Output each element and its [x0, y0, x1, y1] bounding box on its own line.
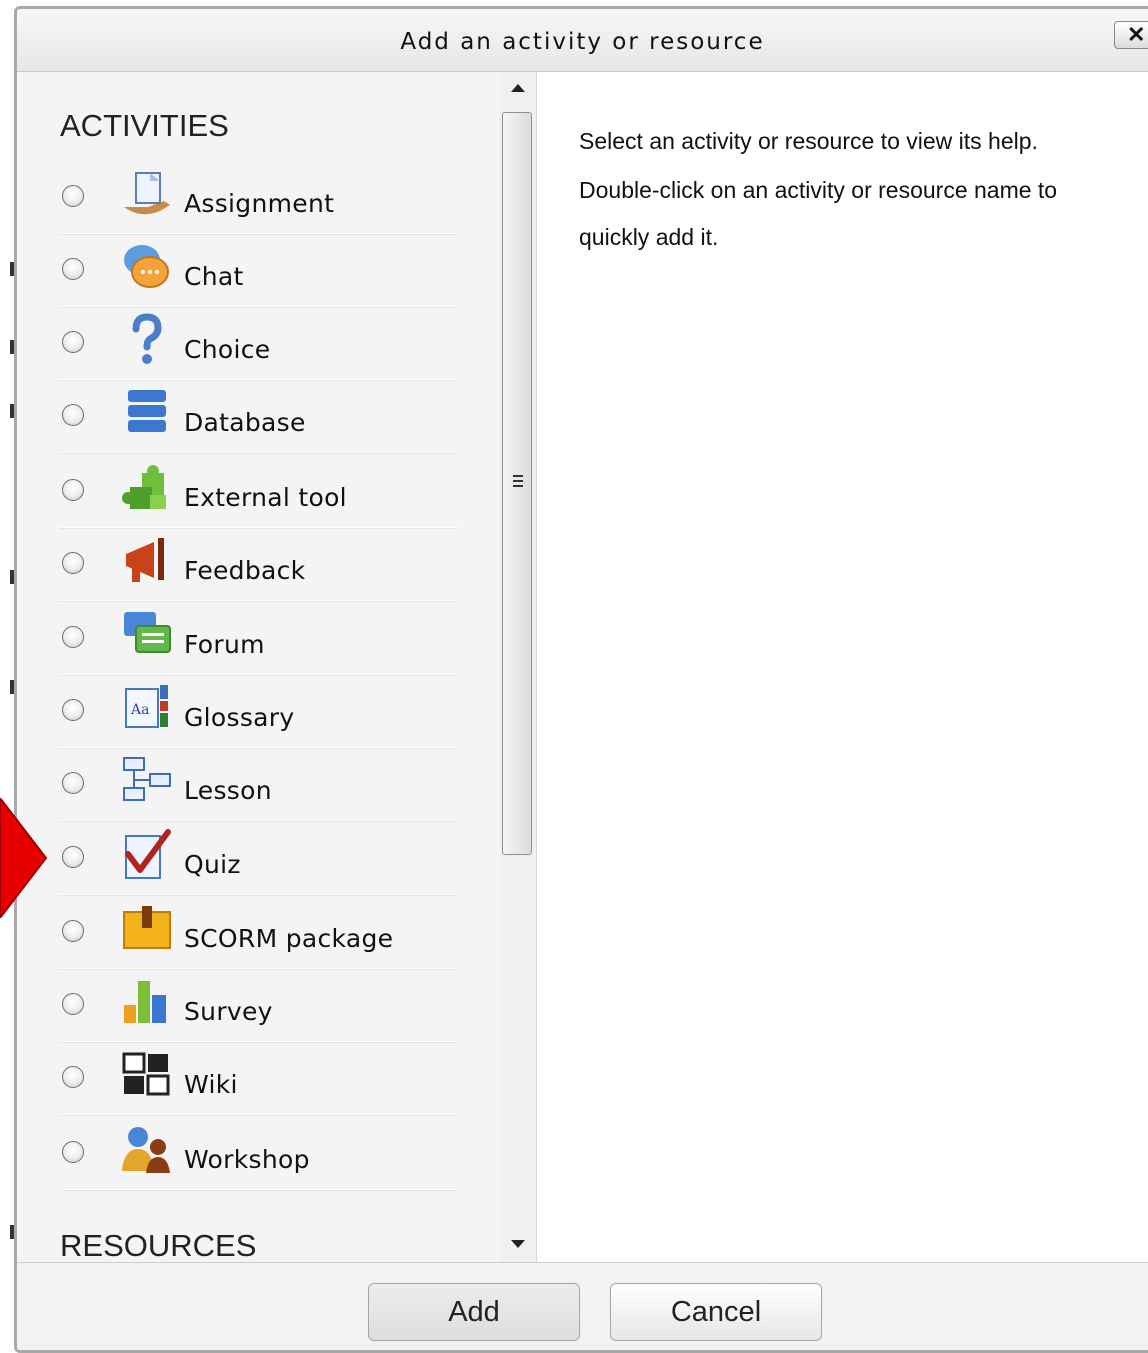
puzzle-icon	[120, 461, 174, 515]
wiki-icon	[120, 1048, 174, 1102]
activity-option-chat[interactable]: Chat	[60, 234, 458, 307]
svg-text:Aa: Aa	[130, 702, 149, 718]
activity-option-lesson[interactable]: Lesson	[60, 748, 458, 821]
option-label: SCORM package	[184, 924, 394, 953]
megaphone-icon	[120, 534, 174, 588]
option-label: Workshop	[184, 1145, 310, 1174]
chat-icon	[120, 240, 174, 294]
lesson-icon	[120, 754, 174, 808]
database-icon	[120, 386, 174, 440]
radio-button[interactable]	[62, 479, 84, 501]
forum-icon	[120, 608, 174, 662]
option-label: Chat	[184, 262, 244, 291]
list-scrollbar[interactable]	[500, 72, 536, 1262]
activity-option-assignment[interactable]: Assignment	[60, 161, 458, 234]
option-label: Quiz	[184, 850, 241, 879]
radio-button[interactable]	[62, 699, 84, 721]
option-label: Database	[184, 408, 306, 437]
activity-option-quiz[interactable]: Quiz	[60, 822, 458, 895]
activity-option-feedback[interactable]: Feedback	[60, 528, 458, 601]
red-pointer-arrow-icon	[0, 798, 48, 918]
package-icon	[120, 902, 174, 956]
scroll-up-arrow-icon[interactable]	[511, 84, 525, 92]
activity-list-pane: ACTIVITIES Assignment Chat Choice Databa…	[17, 72, 500, 1262]
activity-option-wiki[interactable]: Wiki	[60, 1042, 458, 1115]
radio-button[interactable]	[62, 331, 84, 353]
cancel-button[interactable]: Cancel	[610, 1283, 822, 1341]
activity-option-glossary[interactable]: Aa Glossary	[60, 675, 458, 748]
background-page-edge	[0, 0, 14, 1353]
grip-line	[513, 475, 523, 477]
activity-option-survey[interactable]: Survey	[60, 969, 458, 1042]
radio-button[interactable]	[62, 552, 84, 574]
radio-button[interactable]	[62, 1141, 84, 1163]
add-button[interactable]: Add	[368, 1283, 580, 1341]
option-label: Feedback	[184, 556, 306, 585]
activity-option-scorm-package[interactable]: SCORM package	[60, 896, 458, 969]
glossary-icon: Aa	[120, 681, 174, 735]
radio-button[interactable]	[62, 626, 84, 648]
option-label: Lesson	[184, 776, 272, 805]
activity-option-choice[interactable]: Choice	[60, 307, 458, 380]
radio-button[interactable]	[62, 846, 84, 868]
radio-button[interactable]	[62, 1066, 84, 1088]
radio-button[interactable]	[62, 920, 84, 942]
close-button[interactable]: ✕	[1114, 21, 1148, 49]
dialog-footer: Add Cancel	[17, 1262, 1148, 1350]
dialog-title: Add an activity or resource	[400, 29, 765, 55]
bar-chart-icon	[120, 975, 174, 1029]
radio-button[interactable]	[62, 185, 84, 207]
activities-heading: ACTIVITIES	[60, 108, 229, 143]
question-mark-icon	[120, 313, 174, 367]
grip-line	[513, 480, 523, 482]
option-label: External tool	[184, 483, 347, 512]
activity-option-external-tool[interactable]: External tool	[60, 455, 458, 528]
help-pane: Select an activity or resource to view i…	[536, 72, 1148, 1262]
option-label: Wiki	[184, 1070, 238, 1099]
option-label: Choice	[184, 335, 271, 364]
activity-option-forum[interactable]: Forum	[60, 602, 458, 675]
option-label: Glossary	[184, 703, 295, 732]
workshop-icon	[120, 1123, 174, 1177]
scroll-down-arrow-icon[interactable]	[511, 1240, 525, 1248]
resources-heading: RESOURCES	[60, 1228, 257, 1262]
radio-button[interactable]	[62, 772, 84, 794]
option-label: Assignment	[184, 189, 335, 218]
option-label: Forum	[184, 630, 265, 659]
help-text-line: Double-click on an activity or resource …	[579, 177, 1058, 203]
dialog-titlebar: Add an activity or resource ✕	[17, 9, 1148, 72]
grip-line	[513, 485, 523, 487]
assignment-icon	[120, 167, 174, 221]
help-text-line: quickly add it.	[579, 224, 719, 250]
add-activity-dialog: Add an activity or resource ✕ ACTIVITIES…	[14, 6, 1148, 1353]
activity-option-workshop[interactable]: Workshop	[60, 1117, 458, 1190]
help-text-line: Select an activity or resource to view i…	[579, 128, 1038, 154]
radio-button[interactable]	[62, 404, 84, 426]
quiz-icon	[120, 828, 174, 882]
scrollbar-thumb[interactable]	[502, 112, 532, 855]
radio-button[interactable]	[62, 258, 84, 280]
option-label: Survey	[184, 997, 273, 1026]
radio-button[interactable]	[62, 993, 84, 1015]
activity-option-database[interactable]: Database	[60, 380, 458, 453]
